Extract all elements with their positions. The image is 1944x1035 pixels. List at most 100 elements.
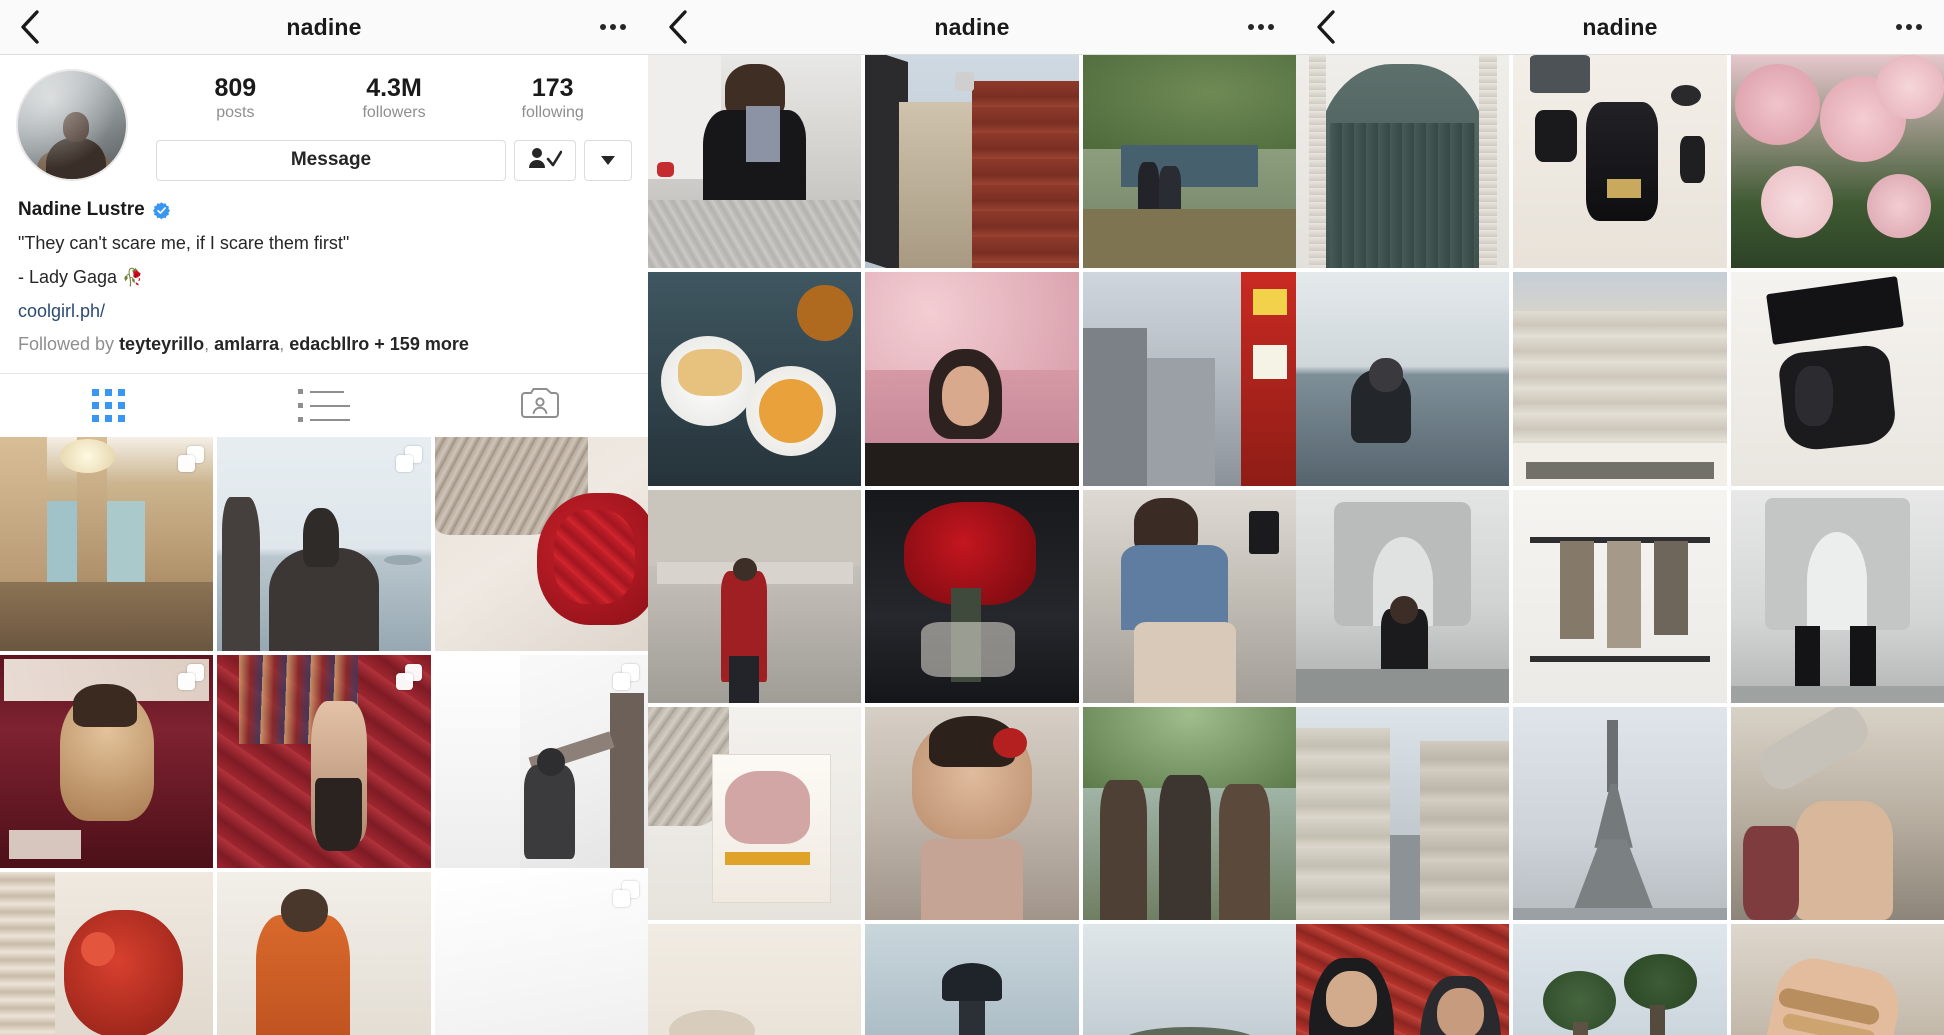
posts-label: posts: [216, 103, 255, 121]
grid-cell[interactable]: [1730, 924, 1944, 1035]
grid-cell[interactable]: [434, 437, 648, 651]
carousel-indicator-icon: [395, 446, 422, 473]
photo-sand: [648, 924, 862, 1035]
photo-cathedral-door: [1296, 55, 1510, 269]
more-options-button[interactable]: [1874, 24, 1944, 30]
more-options-icon: [1248, 24, 1274, 30]
carousel-indicator-icon: [395, 663, 422, 690]
following-button[interactable]: [514, 139, 576, 181]
grid-cell[interactable]: [0, 654, 214, 868]
grid-cell[interactable]: [648, 272, 862, 486]
options-dropdown-button[interactable]: [584, 139, 632, 181]
grid-cell[interactable]: [648, 924, 862, 1035]
grid-cell[interactable]: [1296, 489, 1510, 703]
photo-grid-panel-1: [0, 437, 648, 1035]
photo-orange-outfit: [217, 871, 431, 1035]
page-title: nadine: [1582, 13, 1658, 40]
grid-cell[interactable]: [648, 489, 862, 703]
nav-bar: nadine: [1296, 0, 1944, 55]
grid-cell[interactable]: [648, 55, 862, 269]
more-options-button[interactable]: [578, 24, 648, 30]
grid-cell[interactable]: [648, 706, 862, 921]
grid-cell[interactable]: [1513, 924, 1727, 1035]
grid-cell[interactable]: [1296, 272, 1510, 486]
grid-cell[interactable]: [865, 924, 1079, 1035]
photo-arc-woman: [1296, 489, 1510, 703]
grid-cell[interactable]: [1513, 272, 1727, 486]
grid-cell[interactable]: [865, 706, 1079, 921]
more-options-icon: [1896, 24, 1922, 30]
back-button[interactable]: [648, 9, 708, 45]
grid-cell[interactable]: [217, 871, 431, 1035]
avatar-container[interactable]: [16, 69, 134, 181]
carousel-indicator-icon: [612, 663, 639, 690]
grid-cell[interactable]: [1082, 489, 1296, 703]
grid-cell[interactable]: [1730, 55, 1944, 269]
grid-cell[interactable]: [434, 871, 648, 1035]
grid-cell[interactable]: [1082, 55, 1296, 269]
grid-cell[interactable]: [1730, 489, 1944, 703]
photo-red-jacket-stairs: [648, 489, 862, 703]
tab-tagged-photos[interactable]: [432, 374, 648, 437]
bio-quote: "They can't scare me, if I scare them fi…: [18, 233, 350, 253]
avatar-mist-overlay: [18, 71, 126, 179]
grid-cell[interactable]: [217, 437, 431, 651]
more-options-button[interactable]: [1226, 24, 1296, 30]
list-view-icon: [298, 389, 350, 423]
grid-cell[interactable]: [865, 55, 1079, 269]
grid-cell[interactable]: [865, 272, 1079, 486]
follower-name-2[interactable]: amlarra: [214, 334, 279, 354]
grid-cell[interactable]: [1513, 55, 1727, 269]
grid-cell[interactable]: [1296, 706, 1510, 921]
nav-bar: nadine: [648, 0, 1296, 55]
photo-palm-trees: [1513, 924, 1727, 1035]
tab-list-view[interactable]: [216, 374, 432, 437]
carousel-indicator-icon: [178, 446, 205, 473]
stat-followers[interactable]: 4.3M followers: [315, 74, 474, 122]
grid-cell[interactable]: [434, 654, 648, 868]
grid-cell[interactable]: [1296, 924, 1510, 1035]
grid-cell[interactable]: [1730, 706, 1944, 921]
photo-flatlay-backpack: [1513, 55, 1727, 269]
grid-cell[interactable]: [1513, 489, 1727, 703]
followed-by-row[interactable]: Followed by teyteyrillo, amlarra, edacbl…: [18, 334, 630, 355]
photo-eiffel-tower: [1513, 706, 1727, 921]
sep-2: ,: [279, 334, 285, 355]
grid-cell[interactable]: [0, 871, 214, 1035]
grid-cell[interactable]: [217, 654, 431, 868]
photo-clothing-rack: [1513, 489, 1727, 703]
bio-attribution: - Lady Gaga: [18, 267, 118, 288]
chevron-left-icon: [667, 9, 689, 45]
back-button[interactable]: [1296, 9, 1356, 45]
stat-posts[interactable]: 809 posts: [156, 74, 315, 122]
grid-cell[interactable]: [1730, 272, 1944, 486]
sep-1: ,: [204, 334, 210, 355]
photo-brick-building: [865, 55, 1079, 269]
grid-cell[interactable]: [0, 437, 214, 651]
nav-bar: nadine: [0, 0, 648, 55]
stat-following[interactable]: 173 following: [473, 74, 632, 122]
grid-cell[interactable]: [1082, 706, 1296, 921]
grid-cell[interactable]: [1296, 55, 1510, 269]
website-link[interactable]: coolgirl.ph/: [18, 301, 630, 322]
profile-header: 809 posts 4.3M followers 173 following M…: [0, 55, 648, 185]
grid-cell[interactable]: [865, 489, 1079, 703]
follower-name-3[interactable]: edacbllro: [289, 334, 369, 354]
grid-cell[interactable]: [1082, 924, 1296, 1035]
followers-label: followers: [362, 103, 426, 121]
action-buttons: Message: [156, 139, 632, 181]
avatar[interactable]: [16, 69, 128, 181]
photo-seaside-lamp: [865, 924, 1079, 1035]
follower-name-1[interactable]: teyteyrillo: [119, 334, 204, 354]
more-options-icon: [600, 24, 626, 30]
back-button[interactable]: [0, 9, 60, 45]
panel-grid-3: nadine: [1296, 0, 1944, 1035]
message-button[interactable]: Message: [156, 139, 506, 181]
grid-cell[interactable]: [1082, 272, 1296, 486]
grid-cell[interactable]: [1513, 706, 1727, 921]
photo-hands-spoon: [1730, 706, 1944, 921]
followers-count: 4.3M: [366, 74, 422, 102]
followed-by-more[interactable]: + 159 more: [374, 334, 469, 354]
tagged-photos-icon: [520, 387, 560, 425]
tab-grid-view[interactable]: [0, 374, 216, 437]
